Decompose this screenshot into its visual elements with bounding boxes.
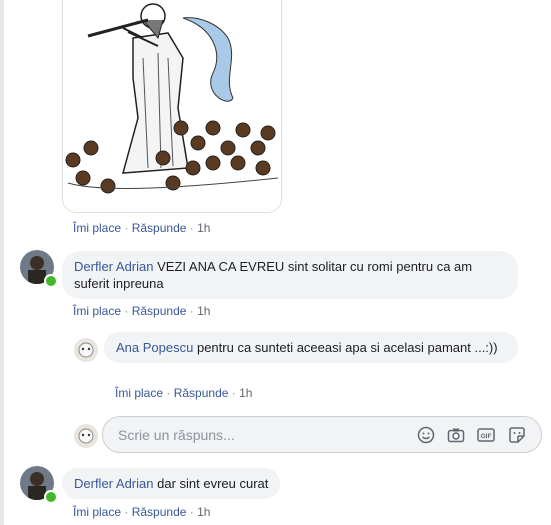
timestamp[interactable]: 1h	[197, 221, 210, 235]
reply-link[interactable]: Răspunde	[132, 221, 187, 235]
comment-bubble: Derfler Adrian dar sint evreu curat	[62, 468, 281, 499]
like-link[interactable]: Îmi place	[73, 304, 121, 318]
separator: ·	[166, 386, 171, 400]
reply-link[interactable]: Răspunde	[132, 505, 187, 519]
reply-input[interactable]: Scrie un răspuns... GIF	[102, 416, 542, 453]
comment-author[interactable]: Derfler Adrian	[74, 476, 153, 491]
sticker-icon[interactable]	[508, 426, 526, 444]
online-status-dot	[44, 490, 58, 504]
comment-actions: Îmi place · Răspunde · 1h	[73, 221, 210, 235]
reply-link[interactable]: Răspunde	[174, 386, 229, 400]
comment-image[interactable]	[62, 0, 282, 213]
camera-icon[interactable]	[447, 426, 465, 444]
comment-author[interactable]: Derfler Adrian	[74, 259, 153, 274]
like-link[interactable]: Îmi place	[73, 221, 121, 235]
separator: ·	[189, 505, 194, 519]
reply-text: pentru ca sunteti aceeasi apa si acelasi…	[196, 340, 498, 355]
comment-text: dar sint evreu curat	[157, 476, 269, 491]
emoji-icon[interactable]	[417, 426, 435, 444]
separator: ·	[124, 304, 129, 318]
piper-illustration	[65, 3, 279, 194]
reply-author[interactable]: Ana Popescu	[116, 340, 193, 355]
reply-link[interactable]: Răspunde	[132, 304, 187, 318]
separator: ·	[231, 386, 236, 400]
reply-actions: Îmi place · Răspunde · 1h	[115, 386, 252, 400]
comment-bubble: Derfler Adrian VEZI ANA CA EVREU sint so…	[62, 251, 518, 299]
separator: ·	[189, 304, 194, 318]
separator: ·	[124, 505, 129, 519]
avatar[interactable]	[74, 338, 98, 362]
current-user-avatar	[74, 424, 98, 448]
comment-actions: Îmi place · Răspunde · 1h	[73, 505, 210, 519]
profile-photo	[74, 424, 98, 448]
comment-actions: Îmi place · Răspunde · 1h	[73, 304, 210, 318]
gif-label: GIF	[481, 433, 492, 440]
separator: ·	[124, 221, 129, 235]
timestamp[interactable]: 1h	[197, 304, 210, 318]
profile-photo	[74, 338, 98, 362]
reply-bubble: Ana Popescu pentru ca sunteti aceeasi ap…	[104, 332, 518, 363]
separator: ·	[189, 221, 194, 235]
like-link[interactable]: Îmi place	[115, 386, 163, 400]
timestamp[interactable]: 1h	[239, 386, 252, 400]
online-status-dot	[44, 274, 58, 288]
timestamp[interactable]: 1h	[197, 505, 210, 519]
reply-placeholder: Scrie un răspuns...	[118, 427, 235, 443]
like-link[interactable]: Îmi place	[73, 505, 121, 519]
left-border	[0, 0, 4, 525]
gif-icon[interactable]: GIF	[477, 426, 495, 444]
